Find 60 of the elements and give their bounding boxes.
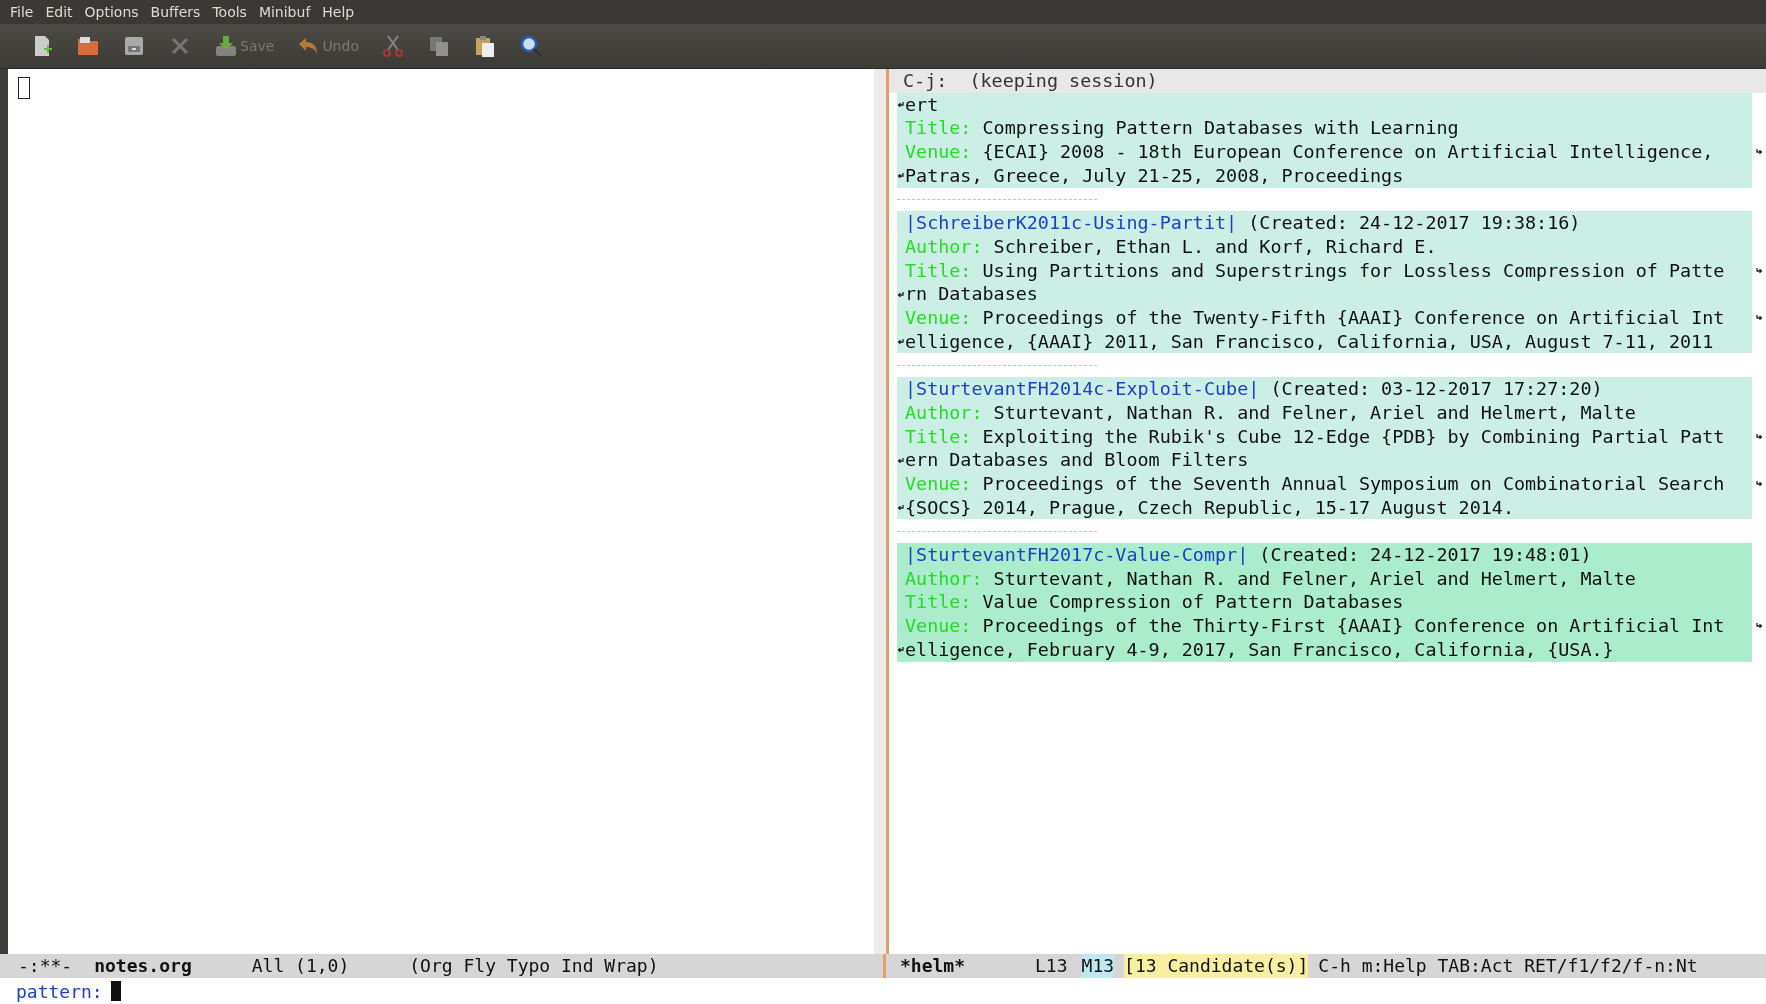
- field-label: Title:: [905, 116, 973, 141]
- cabinet-icon: [122, 34, 146, 58]
- field-value: Schreiber, Ethan L. and Korf, Richard E.: [993, 234, 1437, 259]
- menu-item[interactable]: Help: [318, 4, 359, 20]
- candidate-count: [13 Candidate(s)]: [1124, 954, 1309, 978]
- field-value: Proceedings of the Seventh Annual Symposium on Combinatorial Search: [982, 471, 1725, 496]
- field-value: Proceedings of the Twenty-Fifth {AAAI} Conference on Artificial Int: [982, 306, 1725, 330]
- menu-item[interactable]: Tools: [208, 4, 251, 20]
- field-value: Using Partitions and Superstrings for Lossless Compression of Patte: [982, 258, 1725, 283]
- mode-list: (Org Fly Typo Ind Wrap): [409, 954, 659, 978]
- field-value: Patras, Greece, July 21-25, 2008, Proceedings: [905, 163, 1404, 188]
- field-value: {ECAI} 2008 - 18th European Conference on Artificial Intelligence,: [982, 140, 1715, 164]
- menu-item[interactable]: Edit: [41, 4, 77, 20]
- field-value: ern Databases and Bloom Filters: [905, 448, 1249, 472]
- folder-icon: [76, 34, 100, 58]
- menu-item[interactable]: Options: [80, 4, 143, 20]
- field-value: (Created: 24-12-2017 19:38:16): [1247, 211, 1581, 235]
- field-value: Value Compression of Pattern Databases: [982, 590, 1404, 615]
- key-help: C-h m:Help TAB:Act RET/f1/f2/f-n:Nt: [1318, 954, 1698, 978]
- field-value: Exploiting the Rubik's Cube 12-Edge {PDB} by Combining Partial Patt: [982, 424, 1725, 449]
- field-value: {SOCS} 2014, Prague, Czech Republic, 15-17 August 2014.: [905, 495, 1514, 520]
- entry-key: |SturtevantFH2017c-Value-Compr|: [905, 543, 1249, 567]
- text-cursor: [110, 981, 121, 1001]
- cursor-position: All (1,0): [251, 954, 350, 978]
- text-cursor: [18, 77, 30, 99]
- prompt-label: pattern:: [16, 980, 103, 1002]
- field-label: Title:: [905, 590, 973, 615]
- field-value: elligence, February 4-9, 2017, San Francisco, California, {USA.}: [905, 637, 1614, 662]
- field-label: Venue:: [905, 306, 973, 330]
- field-label: Venue:: [905, 614, 973, 638]
- field-value: elligence, {AAAI} 2011, San Francisco, California, USA, August 7-11, 2011: [905, 329, 1714, 354]
- field-value: Compressing Pattern Databases with Learning: [982, 116, 1459, 141]
- field-label: Venue:: [905, 471, 973, 496]
- field-label: Title:: [905, 258, 973, 283]
- field-label: Venue:: [905, 140, 973, 164]
- field-value: (Created: 03-12-2017 17:27:20): [1269, 377, 1603, 401]
- helm-header: C-j: (keeping session): [889, 69, 1766, 93]
- field-value: Sturtevant, Nathan R. and Felner, Ariel and Helmert, Malte: [993, 566, 1636, 591]
- buffer-name: *helm*: [900, 954, 966, 978]
- field-label: Author:: [905, 566, 984, 591]
- field-value: rn Databases: [905, 282, 1038, 306]
- buffer-status: -:**-: [18, 954, 73, 978]
- field-value: Sturtevant, Nathan R. and Felner, Ariel and Helmert, Malte: [993, 400, 1636, 425]
- entry-key: |SturtevantFH2014c-Exploit-Cube|: [905, 377, 1260, 401]
- scissors-icon: [380, 34, 405, 58]
- entry-key: |SchreiberK2011c-Using-Partit|: [905, 211, 1238, 235]
- field-label: Title:: [905, 424, 973, 449]
- menu-item[interactable]: Buffers: [146, 4, 205, 20]
- field-value: (Created: 24-12-2017 19:48:01): [1258, 543, 1592, 567]
- field-label: Author:: [905, 234, 984, 259]
- menu-item[interactable]: File: [6, 4, 38, 20]
- field-label: Author:: [905, 400, 984, 425]
- search-icon: [518, 34, 543, 58]
- line-number: L13: [1035, 954, 1068, 978]
- field-value: Proceedings of the Thirty-First {AAAI} Conference on Artificial Int: [982, 614, 1725, 638]
- mark-indicator: M13: [1081, 954, 1115, 978]
- menu-item[interactable]: Minibuf: [254, 4, 315, 20]
- field-value: ert: [905, 92, 939, 117]
- buffer-name: notes.org: [94, 954, 192, 978]
- save-icon: [214, 34, 238, 58]
